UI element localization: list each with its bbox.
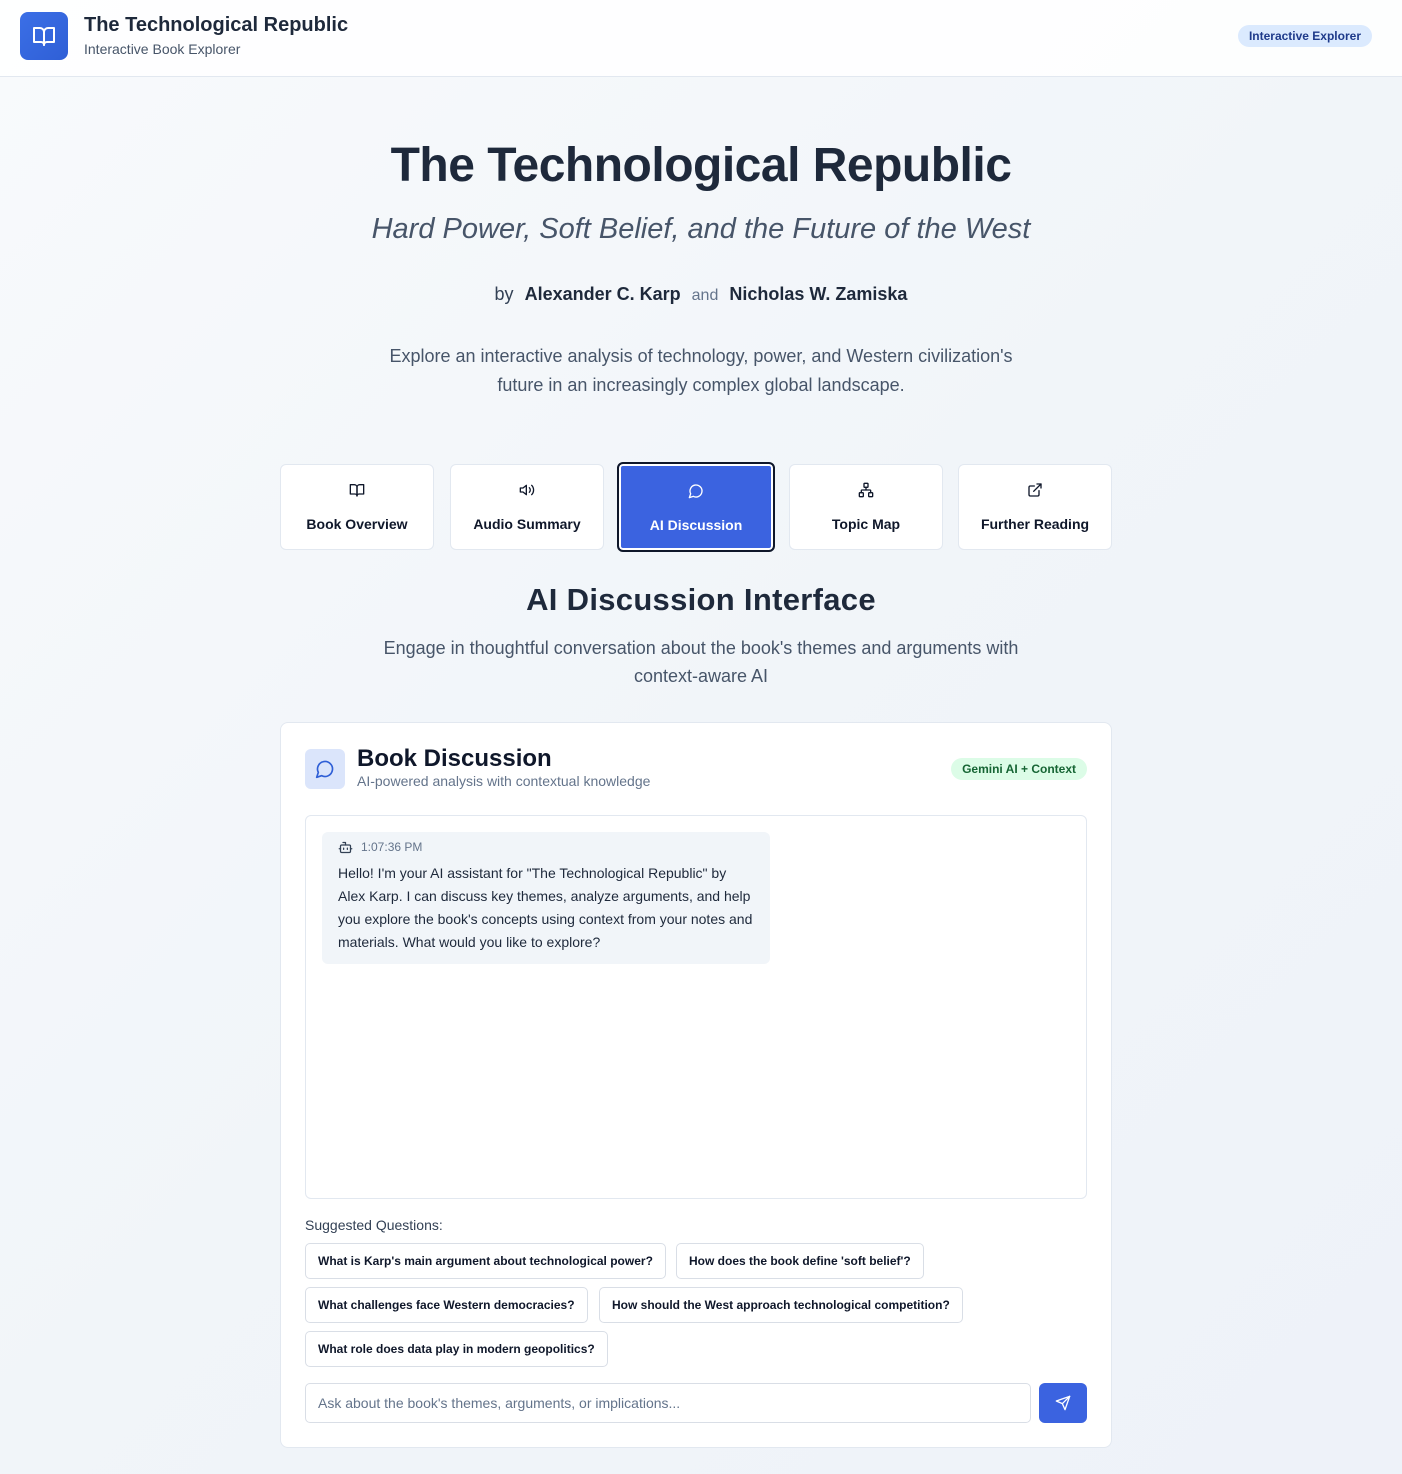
tab-audio-summary[interactable]: Audio Summary	[450, 464, 604, 550]
suggested-question[interactable]: What challenges face Western democracies…	[305, 1287, 588, 1323]
message-text: Hello! I'm your AI assistant for "The Te…	[338, 865, 753, 950]
tab-label: Audio Summary	[473, 516, 581, 532]
bot-icon	[338, 841, 353, 853]
tab-topic-map[interactable]: Topic Map	[789, 464, 943, 550]
chat-history[interactable]: 1:07:36 PM Hello! I'm your AI assistant …	[305, 815, 1087, 1199]
tab-book-overview[interactable]: Book Overview	[280, 464, 434, 550]
author-name: Alexander C. Karp	[524, 284, 681, 304]
suggested-question[interactable]: How should the West approach technologic…	[599, 1287, 963, 1323]
chat-bubble-icon	[688, 484, 703, 499]
book-icon	[349, 484, 365, 497]
and-label: and	[691, 287, 719, 304]
app-logo[interactable]	[20, 12, 68, 60]
hero-description: Explore an interactive analysis of techn…	[389, 346, 1013, 395]
open-book-icon	[33, 27, 55, 46]
book-title: The Technological Republic	[390, 139, 1012, 192]
gemini-badge: Gemini AI + Context	[951, 758, 1087, 780]
section-description: Engage in thoughtful conversation about …	[383, 638, 1019, 686]
send-button[interactable]	[1039, 1383, 1087, 1423]
suggested-question[interactable]: How does the book define 'soft belief'?	[676, 1243, 924, 1279]
send-icon	[1055, 1395, 1071, 1411]
network-icon	[858, 482, 874, 498]
card-title: Book Discussion	[357, 745, 552, 772]
author-name: Nicholas W. Zamiska	[729, 284, 908, 304]
suggested-question[interactable]: What role does data play in modern geopo…	[305, 1331, 608, 1367]
message-timestamp: 1:07:36 PM	[361, 840, 423, 854]
chat-input[interactable]	[305, 1383, 1031, 1423]
assistant-message: 1:07:36 PM Hello! I'm your AI assistant …	[322, 832, 770, 964]
tab-further-reading[interactable]: Further Reading	[958, 464, 1112, 550]
external-link-icon	[1028, 483, 1042, 497]
card-icon-box	[305, 749, 345, 789]
interactive-explorer-badge: Interactive Explorer	[1237, 25, 1372, 47]
speaker-icon	[519, 484, 535, 496]
app-subtitle: Interactive Book Explorer	[84, 41, 241, 57]
tab-label: Book Overview	[306, 516, 408, 532]
top-bar: The Technological Republic Interactive B…	[0, 0, 1402, 77]
byline: by Alexander C. Karp and Nicholas W. Zam…	[0, 284, 1402, 305]
card-subtitle: AI-powered analysis with contextual know…	[357, 773, 651, 789]
tab-label: Further Reading	[980, 516, 1090, 532]
section-title: AI Discussion Interface	[526, 582, 876, 617]
by-label: by	[494, 284, 514, 304]
tab-label: AI Discussion	[649, 517, 743, 533]
book-subtitle: Hard Power, Soft Belief, and the Future …	[371, 213, 1031, 245]
discussion-card: Book Discussion AI-powered analysis with…	[280, 722, 1112, 1448]
suggested-question[interactable]: What is Karp's main argument about techn…	[305, 1243, 666, 1279]
tab-label: Topic Map	[831, 516, 901, 532]
chat-bubble-icon	[315, 760, 334, 779]
tab-ai-discussion[interactable]: AI Discussion	[617, 462, 775, 552]
suggested-questions-label: Suggested Questions:	[305, 1217, 443, 1233]
app-title: The Technological Republic	[84, 14, 349, 36]
